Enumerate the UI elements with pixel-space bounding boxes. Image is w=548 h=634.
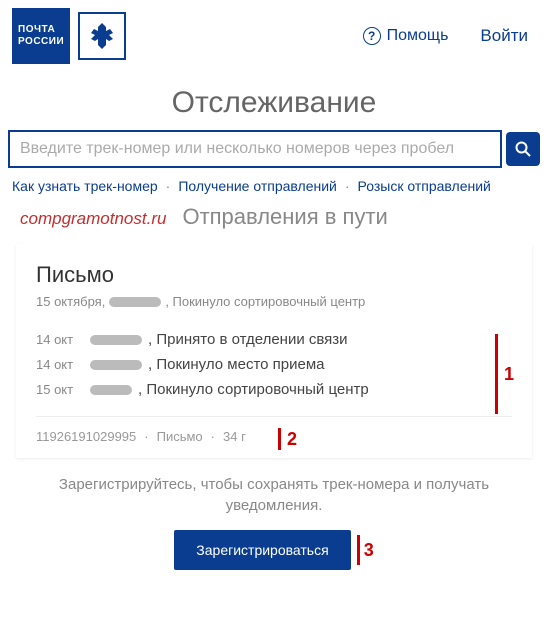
shipment-title: Письмо xyxy=(36,262,512,288)
link-receiving[interactable]: Получение отправлений xyxy=(178,178,337,194)
logo-line1: ПОЧТА xyxy=(18,24,64,36)
history-status: , Принято в отделении связи xyxy=(148,331,348,348)
redacted-location xyxy=(90,360,142,370)
link-search-shipments[interactable]: Розыск отправлений xyxy=(358,178,491,194)
track-number: 11926191029995 xyxy=(36,429,136,444)
eagle-icon xyxy=(85,19,119,53)
sub-links: Как узнать трек-номер · Получение отправ… xyxy=(0,168,548,200)
shipment-date-top: 15 октября, xyxy=(36,294,105,309)
history-date: 14 окт xyxy=(36,332,84,347)
shipment-card[interactable]: Письмо 15 октября, , Покинуло сортировоч… xyxy=(16,244,532,458)
logo-text: ПОЧТА РОССИИ xyxy=(12,8,70,64)
logo-emblem xyxy=(78,12,126,60)
shipment-status-top: , Покинуло сортировочный центр xyxy=(165,294,365,309)
help-icon: ? xyxy=(363,27,381,45)
separator-dot: · xyxy=(345,178,350,194)
history-date: 15 окт xyxy=(36,382,84,397)
search-button[interactable] xyxy=(506,132,540,166)
redacted-location xyxy=(109,297,161,307)
redacted-location xyxy=(90,335,142,345)
watermark: compgramotnost.ru xyxy=(20,209,166,229)
logo-line2: РОССИИ xyxy=(18,36,64,48)
annotation-3: 3 xyxy=(357,535,374,565)
help-label: Помощь xyxy=(387,27,449,45)
search-icon xyxy=(514,140,532,158)
register-row: Зарегистрироваться 3 xyxy=(40,530,508,570)
section-title: Отправления в пути xyxy=(182,204,387,230)
shipment-subtitle: 15 октября, , Покинуло сортировочный цен… xyxy=(36,294,512,309)
page-title: Отслеживание xyxy=(0,72,548,130)
history-row: 14 окт , Принято в отделении связи xyxy=(36,331,512,348)
link-how-to-find-track[interactable]: Как узнать трек-номер xyxy=(12,178,158,194)
header: ПОЧТА РОССИИ ? Помощь Войти xyxy=(0,0,548,72)
track-search-input[interactable] xyxy=(8,130,502,168)
separator-dot: · xyxy=(144,429,148,444)
annotation-1: 1 xyxy=(495,334,514,414)
search-row xyxy=(0,130,548,168)
history-status: , Покинуло сортировочный центр xyxy=(138,381,369,398)
tracking-history: 14 окт , Принято в отделении связи 14 ок… xyxy=(36,331,512,398)
shipment-type: Письмо xyxy=(157,429,203,444)
shipment-footer: 11926191029995 · Письмо · 34 г xyxy=(36,416,512,444)
login-link[interactable]: Войти xyxy=(480,26,528,46)
history-date: 14 окт xyxy=(36,357,84,372)
shipment-weight: 34 г xyxy=(223,429,246,444)
redacted-location xyxy=(90,385,132,395)
register-button[interactable]: Зарегистрироваться xyxy=(174,530,350,570)
history-row: 15 окт , Покинуло сортировочный центр xyxy=(36,381,512,398)
promo-text: Зарегистрируйтесь, чтобы сохранять трек-… xyxy=(40,474,508,516)
history-row: 14 окт , Покинуло место приема xyxy=(36,356,512,373)
promo-block: Зарегистрируйтесь, чтобы сохранять трек-… xyxy=(0,458,548,578)
separator-dot: · xyxy=(166,178,171,194)
separator-dot: · xyxy=(211,429,215,444)
annotation-2: 2 xyxy=(278,428,297,450)
watermark-row: compgramotnost.ru Отправления в пути xyxy=(0,200,548,240)
history-status: , Покинуло место приема xyxy=(148,356,325,373)
help-link[interactable]: ? Помощь xyxy=(363,27,449,45)
